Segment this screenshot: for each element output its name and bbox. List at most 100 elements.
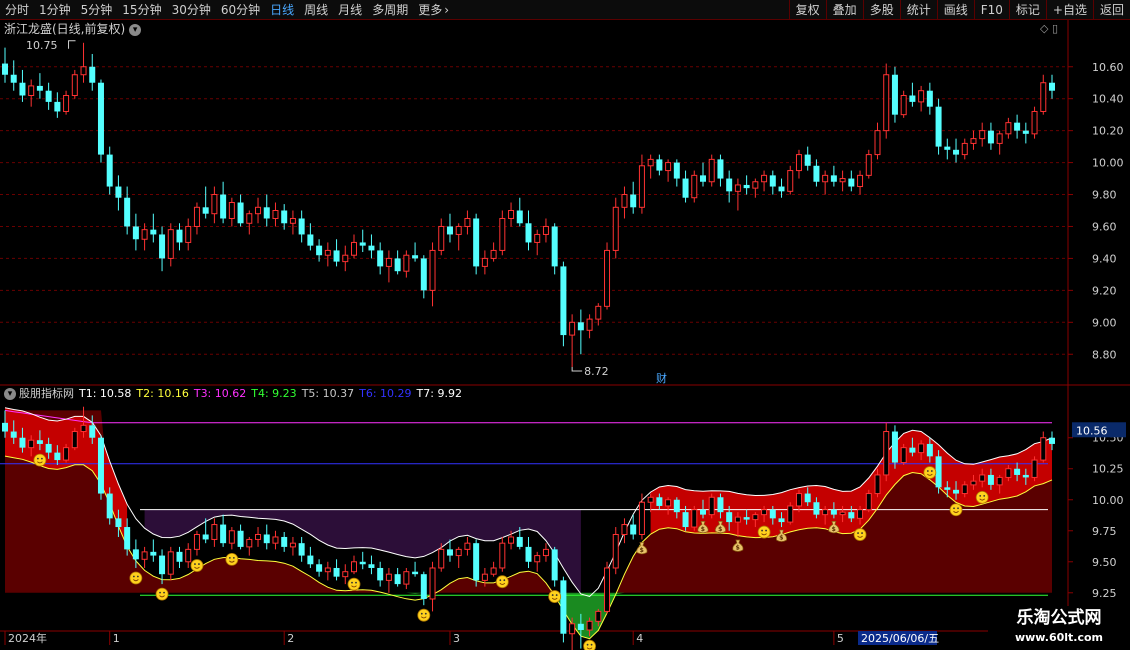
candle-body-down xyxy=(656,159,663,171)
candle-body-up xyxy=(787,505,794,523)
candle-body-up xyxy=(638,165,645,208)
smiley-face xyxy=(155,587,169,601)
candle-body-down xyxy=(891,431,898,463)
candle-body-up xyxy=(508,210,515,219)
candle-body-down xyxy=(298,218,305,235)
smiley-eye xyxy=(983,494,986,497)
candle-body-down xyxy=(2,63,8,75)
candle-body-down xyxy=(412,571,419,575)
candle-body-down xyxy=(630,194,637,208)
candle-body-up xyxy=(569,321,576,336)
candle-body-down xyxy=(237,530,244,547)
smiley-icon xyxy=(495,575,509,589)
candle-body-up xyxy=(647,496,654,503)
candle-body-down xyxy=(132,549,139,560)
candle-body-down xyxy=(394,574,401,585)
candle-body-down xyxy=(944,487,951,490)
candle-body-up xyxy=(708,158,715,183)
candle-body-up xyxy=(63,95,70,112)
candle-body-down xyxy=(804,493,811,503)
candle-body-up xyxy=(883,74,890,132)
smiley-eye xyxy=(37,457,39,460)
candle-body-down xyxy=(551,226,558,267)
candle-body-down xyxy=(412,255,419,259)
candle-body-up xyxy=(569,623,576,635)
candle-body-up xyxy=(185,225,192,243)
candle-body-down xyxy=(953,489,960,494)
candle-body-down xyxy=(926,443,933,457)
candle-body-up xyxy=(342,254,349,263)
candle-body-up xyxy=(1031,110,1038,135)
candle-body-up xyxy=(255,533,262,540)
smiley-eye xyxy=(41,457,43,460)
smiley-icon xyxy=(923,466,937,479)
candle-body-up xyxy=(795,154,802,172)
candle-body-up xyxy=(228,530,235,544)
candle-body-down xyxy=(1022,474,1029,478)
candle-body-up xyxy=(490,249,497,259)
watermark: 乐淘公式网 www.60lt.com xyxy=(988,606,1130,650)
candle-body-down xyxy=(89,425,96,438)
candle-body-up xyxy=(1005,122,1012,135)
candle-body-up xyxy=(883,431,890,476)
candle-body-down xyxy=(778,186,785,192)
candle-body-up xyxy=(481,573,488,581)
candle-body-up xyxy=(918,443,925,454)
candle-body-down xyxy=(420,574,427,599)
candle-body-down xyxy=(420,258,427,291)
smiley-eye xyxy=(953,507,955,510)
smiley-face xyxy=(757,525,771,539)
candle-body-down xyxy=(333,250,340,262)
y-tick-label: 10.60 xyxy=(1092,61,1124,74)
smiley-icon xyxy=(129,571,143,585)
chart-canvas[interactable]: 8.80 9.00 9.20 9.40 9.60 9.80 10.00 10.20 10.40 1… xyxy=(0,0,1130,650)
candle-body-down xyxy=(377,567,384,581)
low-label: 8.72 xyxy=(584,365,609,378)
candle-body-up xyxy=(324,567,331,573)
candle-body-down xyxy=(953,149,960,155)
candle-body-down xyxy=(2,422,8,432)
candle-body-up xyxy=(490,567,497,575)
candle-body-up xyxy=(351,561,357,573)
candle-body-down xyxy=(700,509,706,515)
smiley-icon xyxy=(975,490,989,504)
smiley-face xyxy=(190,559,204,572)
y-tick-label: 10.40 xyxy=(1092,93,1124,106)
y-tick-label: 9.80 xyxy=(1092,189,1117,202)
candle-body-up xyxy=(865,154,872,176)
smiley-eye xyxy=(590,643,593,646)
bag-symbol: $ xyxy=(779,535,783,542)
candle-body-up xyxy=(534,233,541,243)
candle-body-down xyxy=(359,242,366,246)
candle-body-down xyxy=(446,549,453,556)
candle-body-down xyxy=(769,509,776,519)
candle-body-up xyxy=(80,66,87,76)
candle-body-up xyxy=(211,194,218,215)
candle-body-down xyxy=(778,518,785,523)
candle-body-up xyxy=(822,174,829,183)
smiley-icon xyxy=(757,525,771,539)
candle-body-up xyxy=(621,194,628,208)
candle-body-down xyxy=(891,74,898,115)
smiley-eye xyxy=(861,532,863,534)
candle-body-down xyxy=(333,567,340,577)
candle-body-down xyxy=(1049,437,1055,444)
candle-body-down xyxy=(220,194,227,219)
candle-body-up xyxy=(289,217,296,224)
candle-body-down xyxy=(813,502,820,515)
x-tick-label: 2 xyxy=(287,632,294,645)
candle-body-up xyxy=(961,484,968,495)
candle-body-up xyxy=(996,476,1003,486)
candle-body-down xyxy=(926,90,933,107)
candle-body-up xyxy=(874,474,881,495)
candle-body-up xyxy=(403,254,410,272)
bag-symbol: $ xyxy=(701,526,705,533)
candle-body-up xyxy=(857,174,864,188)
candle-body-up xyxy=(464,542,471,550)
smiley-eye xyxy=(979,494,982,497)
candle-body-up xyxy=(534,555,541,563)
candle-body-down xyxy=(944,146,951,150)
candle-body-down xyxy=(54,101,61,112)
candle-body-down xyxy=(106,493,113,519)
candle-body-down xyxy=(10,74,17,83)
